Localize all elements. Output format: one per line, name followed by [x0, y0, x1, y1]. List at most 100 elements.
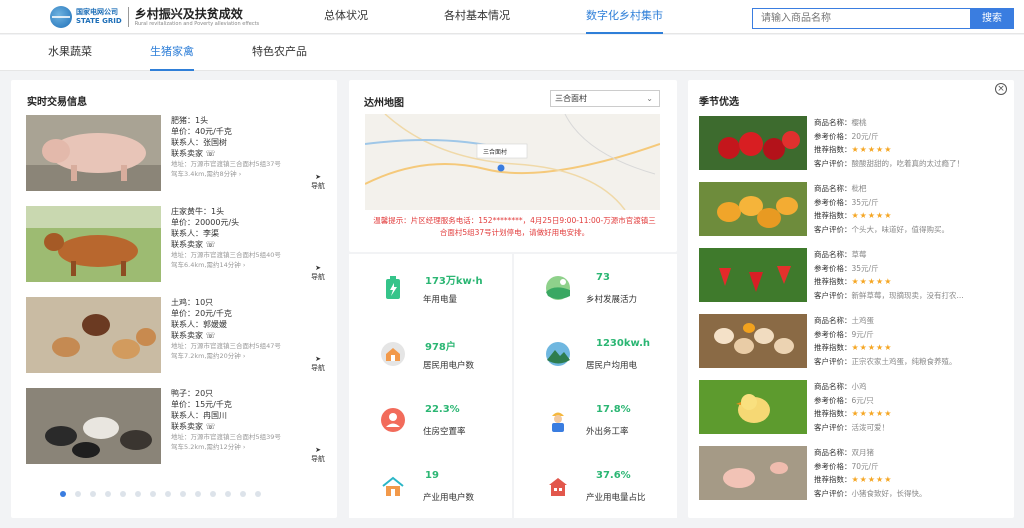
season-price-row: 参考价格：35元/斤	[814, 196, 949, 210]
trade-item[interactable]: 庄家黄牛：1头 单价：20000元/头 联系人：李渠 联系卖家 ☏ 地址：万源市…	[26, 206, 326, 288]
navigate-button[interactable]: ➤ 导航	[311, 446, 325, 464]
season-price-row: 参考价格：6元/只	[814, 394, 892, 408]
season-item[interactable]: 商品名称：樱桃 参考价格：20元/斤 推荐指数：★★★★★ 客户评价：酸酸甜甜的，吃着…	[699, 116, 999, 172]
pagination-dot[interactable]	[75, 491, 81, 497]
pagination-dot[interactable]	[150, 491, 156, 497]
season-info: 商品名称：土鸡蛋 参考价格：9元/斤 推荐指数：★★★★★ 客户评价：正宗农家土鸡蛋，…	[814, 314, 957, 368]
season-price-row: 参考价格：35元/斤	[814, 262, 964, 276]
season-review-label: 客户评价：	[814, 422, 852, 432]
brand-title-block: 乡村振兴及扶贫成效 Rural revitalization and Pover…	[135, 7, 259, 28]
stat-label: 居民用电户数	[423, 361, 475, 371]
trade-item[interactable]: 土鸡：10只 单价：20元/千克 联系人：郭媛媛 联系卖家 ☏ 地址：万源市官渡…	[26, 297, 326, 379]
pagination-dot[interactable]	[225, 491, 231, 497]
season-info: 商品名称：小鸡 参考价格：6元/只 推荐指数：★★★★★ 客户评价：活泼可爱！	[814, 380, 892, 434]
stat-value: 19	[425, 470, 439, 481]
phone-icon: ☏	[205, 422, 216, 431]
contact-seller[interactable]: 联系卖家 ☏	[171, 421, 281, 432]
stat-label: 乡村发展活力	[586, 295, 638, 305]
worker-icon	[544, 406, 572, 434]
search-button[interactable]: 搜索	[970, 8, 1014, 29]
season-name-row: 商品名称：土鸡蛋	[814, 314, 957, 328]
rating-stars-icon: ★★★★★	[851, 475, 893, 484]
pagination-dot[interactable]	[105, 491, 111, 497]
pagination-dot[interactable]	[210, 491, 216, 497]
season-item[interactable]: 商品名称：双月猪 参考价格：70元/斤 推荐指数：★★★★★ 客户评价：小猪食致好，长…	[699, 446, 999, 502]
season-name-label: 商品名称：	[814, 448, 852, 457]
season-info: 商品名称：樱桃 参考价格：20元/斤 推荐指数：★★★★★ 客户评价：酸酸甜甜的，吃着…	[814, 116, 964, 170]
pagination-dot[interactable]	[180, 491, 186, 497]
stat-value: 37.6%	[596, 470, 631, 481]
egg-image	[699, 314, 807, 368]
chevron-right-icon: ›	[238, 170, 242, 178]
season-review: 正宗农家土鸡蛋，纯粮食养殖。	[851, 356, 957, 366]
stat-label: 住房空置率	[423, 427, 466, 437]
navigation-arrow-icon: ➤	[315, 173, 321, 181]
navigate-button[interactable]: ➤ 导航	[311, 355, 325, 373]
season-item[interactable]: 商品名称：草莓 参考价格：35元/斤 推荐指数：★★★★★ 客户评价：新鲜草莓，现摘现…	[699, 248, 999, 304]
season-price: 70元/斤	[851, 461, 879, 471]
dazhou-map[interactable]: 三合面村	[365, 114, 660, 210]
season-review-label: 客户评价：	[814, 290, 852, 300]
phone-icon: ☏	[205, 240, 216, 249]
pagination-dot[interactable]	[135, 491, 141, 497]
tab-livestock-poultry[interactable]: 生猪家禽	[150, 35, 194, 71]
close-icon[interactable]: ×	[995, 83, 1007, 95]
season-name: 土鸡蛋	[851, 316, 875, 325]
contact-seller[interactable]: 联系卖家 ☏	[171, 239, 281, 250]
pagination-dot[interactable]	[90, 491, 96, 497]
season-price-row: 参考价格：70元/斤	[814, 460, 927, 474]
nav-digital-market[interactable]: 数字化乡村集市	[586, 0, 663, 34]
stat-card: 173万kw·h 年用电量	[349, 254, 512, 320]
village-select[interactable]: 三合面村 ⌄	[550, 90, 660, 107]
season-price: 20元/斤	[851, 131, 879, 141]
season-name-label: 商品名称：	[814, 118, 852, 127]
trade-info: 庄家黄牛：1头 单价：20000元/头 联系人：李渠 联系卖家 ☏ 地址：万源市…	[171, 206, 281, 270]
pagination-dot[interactable]	[195, 491, 201, 497]
chevron-right-icon: ›	[242, 443, 246, 451]
pagination-dot[interactable]	[240, 491, 246, 497]
trade-name: 肥猪：1头	[171, 116, 209, 125]
season-review-row: 客户评价：新鲜草莓，现摘现卖，没有打农...	[814, 289, 964, 303]
trade-item[interactable]: 肥猪：1头 单价：40元/千克 联系人：张国树 联系卖家 ☏ 地址：万源市官渡镇…	[26, 115, 326, 197]
brand-title: 乡村振兴及扶贫成效	[134, 6, 243, 21]
season-review-label: 客户评价：	[814, 488, 852, 498]
state-grid-globe-icon	[50, 6, 72, 28]
pagination-dot[interactable]	[60, 491, 66, 497]
navigate-button[interactable]: ➤ 导航	[311, 173, 325, 191]
stat-card: 17.8% 外出务工率	[514, 386, 677, 452]
season-name-label: 商品名称：	[814, 184, 852, 193]
stat-card: 19 产业用电户数	[349, 452, 512, 518]
nav-village-info[interactable]: 各村基本情况	[444, 0, 510, 34]
pagination-dot[interactable]	[120, 491, 126, 497]
person-icon	[379, 406, 407, 434]
search-input[interactable]	[752, 8, 970, 29]
pagination-dot[interactable]	[165, 491, 171, 497]
tab-fruits-vegetables[interactable]: 水果蔬菜	[48, 35, 92, 71]
season-name: 枇杷	[851, 184, 867, 193]
trade-item[interactable]: 鸭子：20只 单价：15元/千克 联系人：冉国川 联系卖家 ☏ 地址：万源市官渡…	[26, 388, 326, 470]
factory-house-icon	[379, 472, 407, 500]
village-select-value: 三合面村	[555, 94, 587, 103]
season-item[interactable]: 商品名称：枇杷 参考价格：35元/斤 推荐指数：★★★★★ 客户评价：个头大，味道好，…	[699, 182, 999, 238]
rating-stars-icon: ★★★★★	[851, 211, 893, 220]
contact-seller[interactable]: 联系卖家 ☏	[171, 330, 281, 341]
brand-logo[interactable]: 国家电网公司 STATE GRID 乡村振兴及扶贫成效 Rural revita…	[50, 4, 259, 30]
navigation-arrow-icon: ➤	[315, 355, 321, 363]
navigate-button[interactable]: ➤ 导航	[311, 264, 325, 282]
building-icon	[544, 472, 572, 500]
rating-stars-icon: ★★★★★	[851, 145, 893, 154]
season-item[interactable]: 商品名称：土鸡蛋 参考价格：9元/斤 推荐指数：★★★★★ 客户评价：正宗农家土鸡蛋，…	[699, 314, 999, 370]
season-name: 小鸡	[851, 382, 867, 391]
trade-info: 土鸡：10只 单价：20元/千克 联系人：郭媛媛 联系卖家 ☏ 地址：万源市官渡…	[171, 297, 281, 361]
season-item[interactable]: 商品名称：小鸡 参考价格：6元/只 推荐指数：★★★★★ 客户评价：活泼可爱！	[699, 380, 999, 436]
tab-specialty-products[interactable]: 特色农产品	[252, 35, 307, 71]
trade-route-text: 驾车7.2km,需约20分钟	[171, 352, 241, 360]
nav-overall[interactable]: 总体状况	[324, 0, 368, 34]
season-price: 35元/斤	[851, 197, 879, 207]
season-name-row: 商品名称：枇杷	[814, 182, 949, 196]
stat-label: 居民户均用电	[586, 361, 638, 371]
pagination-dot[interactable]	[255, 491, 261, 497]
trade-route: 驾车3.4km,需约8分钟 ›	[171, 169, 281, 179]
stat-value: 1230kw.h	[596, 338, 650, 349]
contact-seller[interactable]: 联系卖家 ☏	[171, 148, 281, 159]
